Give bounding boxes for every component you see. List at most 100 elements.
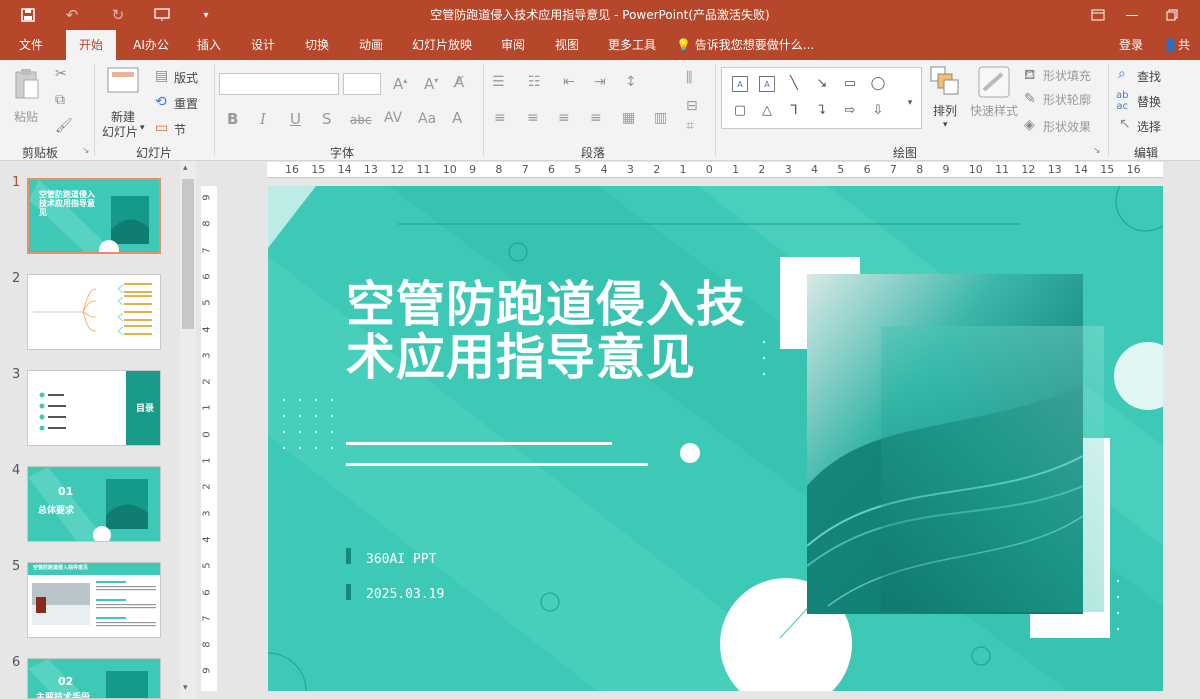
vertical-textbox-shape-icon[interactable]: A bbox=[759, 76, 775, 92]
text-shadow-icon[interactable]: S bbox=[322, 110, 332, 128]
numbering-icon[interactable]: ☷ bbox=[528, 74, 541, 90]
replace-icon[interactable]: ab ac bbox=[1116, 90, 1128, 112]
slide-author[interactable]: 360AI PPT bbox=[366, 552, 436, 567]
down-arrow-shape-icon[interactable]: ⇩ bbox=[870, 103, 886, 119]
shape-outline-button[interactable]: 形状轮廓 bbox=[1043, 91, 1091, 108]
reset-button[interactable]: 重置 bbox=[174, 95, 198, 112]
tab-design[interactable]: 设计 bbox=[240, 30, 286, 60]
right-arrow-shape-icon[interactable]: ⇨ bbox=[842, 103, 858, 119]
slide-thumbnail-1[interactable]: 空管防跑道侵入技术应用指导意见 bbox=[27, 178, 161, 254]
vertical-ruler[interactable]: 9 8 7 6 5 4 3 2 1 0 1 2 3 4 5 6 7 8 9 bbox=[201, 186, 217, 691]
shape-fill-button[interactable]: 形状填充 bbox=[1043, 67, 1091, 84]
grow-font-icon[interactable]: A▴ bbox=[393, 75, 407, 93]
arrange-button[interactable]: 排列 bbox=[933, 102, 957, 119]
triangle-shape-icon[interactable]: △ bbox=[759, 103, 775, 119]
arrow-line-shape-icon[interactable]: ↘ bbox=[814, 76, 830, 92]
section-button[interactable]: 节 bbox=[174, 121, 186, 138]
smartart-icon[interactable]: ⌗ bbox=[686, 118, 694, 134]
cut-icon[interactable]: ✂ bbox=[55, 66, 67, 82]
rectangle-shape-icon[interactable]: ▭ bbox=[842, 76, 858, 92]
gallery-more-icon[interactable]: ▾ bbox=[902, 95, 918, 111]
copy-icon[interactable]: ⧉ bbox=[55, 92, 65, 108]
elbow-arrow-shape-icon[interactable]: ⮧ bbox=[814, 103, 830, 119]
oval-shape-icon[interactable]: ◯ bbox=[870, 76, 886, 92]
slide-thumbnail-2[interactable] bbox=[27, 274, 161, 350]
font-size-combo[interactable] bbox=[343, 73, 381, 95]
align-left-icon[interactable]: ≡ bbox=[494, 110, 506, 126]
tab-slideshow[interactable]: 幻灯片放映 bbox=[404, 30, 480, 60]
line-shape-icon[interactable]: ╲ bbox=[786, 76, 802, 92]
slide-title[interactable]: 空管防跑道侵入技术应用指导意见 bbox=[346, 278, 746, 384]
login-link[interactable]: 登录 bbox=[1119, 30, 1143, 60]
drawing-launcher-icon[interactable]: ↘ bbox=[1093, 146, 1101, 156]
layout-icon[interactable]: ▤ bbox=[155, 68, 168, 84]
decrease-indent-icon[interactable]: ⇤ bbox=[563, 74, 575, 90]
shrink-font-icon[interactable]: A▾ bbox=[424, 75, 438, 93]
shape-fill-icon[interactable]: ⛾ bbox=[1024, 67, 1035, 85]
columns-icon[interactable]: ▥ bbox=[654, 110, 667, 126]
share-button[interactable]: 👤共 bbox=[1163, 30, 1190, 60]
slide-thumbnail-3[interactable]: 目录 bbox=[27, 370, 161, 446]
tab-animations[interactable]: 动画 bbox=[348, 30, 394, 60]
format-painter-icon[interactable]: 🖌 bbox=[55, 118, 73, 134]
tab-view[interactable]: 视图 bbox=[544, 30, 590, 60]
text-direction-icon[interactable]: ⫼ bbox=[686, 70, 692, 86]
horizontal-ruler[interactable]: 16 15 14 13 12 11 10 9 8 7 6 5 4 3 2 1 0 1 2 3 4 5 6 7 8 9 10 11 12 1… bbox=[267, 162, 1163, 178]
new-slide-label-2[interactable]: 幻灯片 bbox=[102, 123, 138, 140]
quick-styles-button[interactable]: 快速样式 bbox=[970, 102, 1018, 119]
shape-outline-icon[interactable]: ✎ bbox=[1024, 91, 1036, 107]
strikethrough-icon[interactable]: abc bbox=[350, 113, 372, 127]
tell-me-box[interactable]: 💡 告诉我您想要做什么... bbox=[676, 30, 814, 60]
scrollbar-thumb[interactable] bbox=[182, 179, 194, 329]
textbox-shape-icon[interactable]: A bbox=[732, 76, 748, 92]
tab-file[interactable]: 文件 bbox=[8, 30, 54, 60]
italic-icon[interactable]: I bbox=[260, 110, 266, 128]
slide-date[interactable]: 2025.03.19 bbox=[366, 587, 444, 602]
tab-insert[interactable]: 插入 bbox=[186, 30, 232, 60]
line-spacing-icon[interactable]: ↕ bbox=[625, 74, 637, 90]
align-right-icon[interactable]: ≡ bbox=[558, 110, 570, 126]
thumbnail-scrollbar[interactable]: ▴ ▾ bbox=[180, 161, 196, 699]
tab-ai[interactable]: AI办公 bbox=[124, 30, 178, 60]
scroll-down-icon[interactable]: ▾ bbox=[183, 683, 188, 693]
increase-indent-icon[interactable]: ⇥ bbox=[594, 74, 606, 90]
select-icon[interactable]: ↖ bbox=[1119, 116, 1131, 132]
align-center-icon[interactable]: ≡ bbox=[527, 110, 539, 126]
change-case-icon[interactable]: Aa bbox=[418, 111, 436, 127]
bullets-icon[interactable]: ☰ bbox=[492, 74, 505, 90]
find-button[interactable]: 查找 bbox=[1137, 68, 1161, 85]
tab-review[interactable]: 审阅 bbox=[490, 30, 536, 60]
shape-effects-icon[interactable]: ◈ bbox=[1024, 117, 1035, 133]
shape-effects-button[interactable]: 形状效果 bbox=[1043, 118, 1091, 135]
find-icon[interactable]: ⌕ bbox=[1118, 66, 1126, 82]
reset-icon[interactable]: ⟲ bbox=[155, 94, 167, 110]
chevron-down-icon[interactable]: ▾ bbox=[140, 123, 145, 133]
underline-icon[interactable]: U bbox=[290, 110, 301, 128]
slide-thumbnail-6[interactable]: 02 主要技术手段 bbox=[27, 658, 161, 699]
align-text-icon[interactable]: ⊟ bbox=[686, 98, 698, 114]
elbow-connector-shape-icon[interactable]: ⅂ bbox=[786, 103, 802, 119]
shapes-gallery[interactable]: A A ╲ ↘ ▭ ◯ ▢ △ ⅂ ⮧ ⇨ ⇩ ▾ bbox=[721, 67, 922, 129]
paste-button[interactable]: 粘贴 bbox=[14, 108, 38, 125]
font-name-combo[interactable] bbox=[219, 73, 339, 95]
select-button[interactable]: 选择 bbox=[1137, 118, 1161, 135]
tab-home[interactable]: 开始 bbox=[66, 30, 116, 60]
character-spacing-icon[interactable]: AV bbox=[384, 110, 402, 126]
bold-icon[interactable]: B bbox=[227, 110, 238, 128]
tab-more-tools[interactable]: 更多工具 bbox=[600, 30, 664, 60]
layout-button[interactable]: 版式 bbox=[174, 69, 198, 86]
slide-thumbnail-5[interactable]: 空管防跑道侵入指导意见 bbox=[27, 562, 161, 638]
arrange-icon[interactable] bbox=[930, 66, 960, 100]
justify-icon[interactable]: ≡ bbox=[590, 110, 602, 126]
quick-styles-icon[interactable] bbox=[978, 66, 1010, 102]
slide-canvas[interactable]: 空管防跑道侵入技术应用指导意见 360AI PPT 2025.03.19 bbox=[268, 186, 1163, 691]
replace-button[interactable]: 替换 bbox=[1137, 93, 1161, 110]
paste-icon[interactable] bbox=[12, 68, 42, 99]
clear-formatting-icon[interactable]: A̸ bbox=[454, 73, 464, 91]
tab-transitions[interactable]: 切换 bbox=[294, 30, 340, 60]
minimize-icon[interactable]: — bbox=[1112, 0, 1152, 30]
scroll-up-icon[interactable]: ▴ bbox=[183, 163, 188, 173]
slide-thumbnail-4[interactable]: 01 总体要求 bbox=[27, 466, 161, 542]
section-icon[interactable]: ▭ bbox=[155, 120, 168, 136]
restore-icon[interactable] bbox=[1152, 0, 1192, 30]
